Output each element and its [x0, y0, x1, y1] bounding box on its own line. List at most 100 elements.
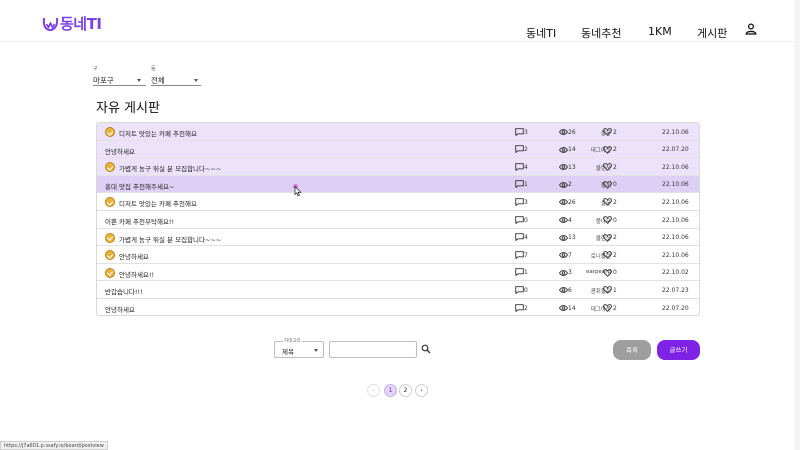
- eye-icon: [559, 199, 568, 206]
- chevron-down-icon: [137, 79, 141, 82]
- verified-badge-icon: [105, 267, 115, 278]
- view-count: 14: [568, 304, 576, 312]
- post-date: 22.07.20: [662, 304, 689, 312]
- search-input[interactable]: [329, 341, 417, 358]
- verified-badge-icon: [105, 127, 115, 137]
- view-count: 13: [568, 163, 576, 171]
- logo-text: 동네TI: [60, 14, 102, 33]
- post-date: 22.10.06: [662, 198, 689, 206]
- heart-icon: [603, 216, 612, 224]
- table-row[interactable]: 안녕하세요!! earpearp 1 3 0 22.10.02: [97, 264, 699, 282]
- eye-icon: [559, 217, 568, 223]
- comment-icon: [515, 250, 524, 259]
- view-count: 26: [568, 128, 576, 136]
- post-date: 22.10.02: [662, 269, 689, 277]
- post-date: 22.10.06: [662, 234, 689, 242]
- status-bar-url: https://j7a601.p.ssafy.io/board/postview: [0, 441, 108, 450]
- dong-label: 동: [151, 66, 156, 72]
- logo-mark-icon: [42, 17, 59, 32]
- table-row[interactable]: 반갑습니다!!! 콩쥐들쥐 0 6 1 22.07.23: [97, 281, 699, 299]
- chevron-down-icon: [314, 349, 318, 352]
- eye-icon: [559, 234, 568, 241]
- post-title[interactable]: 가볍게 농구 뛰실 분 모집합니다~~~: [119, 234, 221, 244]
- heart-icon: [603, 180, 612, 189]
- heart-icon: [603, 198, 612, 207]
- post-title[interactable]: 이쁜 카페 추천부탁해요!!: [105, 216, 174, 226]
- comment-icon: [515, 303, 524, 312]
- eye-icon: [559, 252, 568, 259]
- category-select[interactable]: 카테고리 제목: [274, 338, 324, 358]
- view-count: 26: [568, 198, 576, 206]
- nav-recommend[interactable]: 동네추천: [581, 25, 621, 41]
- comment-count: 1: [524, 181, 528, 189]
- post-title[interactable]: 홍대 맛집 추천해주세요~: [105, 181, 174, 191]
- verified-badge-icon: [105, 162, 115, 173]
- like-count: 0: [613, 269, 617, 277]
- heart-icon: [603, 145, 612, 154]
- comment-count: 0: [524, 216, 528, 224]
- table-row[interactable]: 이쁜 카페 추천부탁해요!! 뭉나무 0 4 0 22.10.06: [97, 211, 699, 229]
- view-count: 13: [568, 234, 576, 242]
- comment-count: 2: [524, 146, 528, 154]
- verified-badge-icon: [105, 197, 115, 208]
- like-count: 2: [613, 146, 617, 154]
- comment-count: 1: [524, 269, 528, 277]
- logo[interactable]: 동네TI: [42, 12, 102, 34]
- table-row[interactable]: 디저트 맛있는 카페 추천해요 살몬 3 26 2 22.10.06: [97, 123, 699, 141]
- search-icon[interactable]: [421, 344, 431, 354]
- table-row[interactable]: 홍대 맛집 추천해주세요~ 황씨 1 2 0 22.10.06: [97, 175, 699, 194]
- like-count: 2: [613, 251, 617, 259]
- post-title[interactable]: 디저트 맛있는 카페 추천해요: [119, 128, 197, 138]
- post-title[interactable]: 디저트 맛있는 카페 추천해요: [119, 198, 197, 208]
- comment-count: 2: [524, 304, 528, 312]
- comment-count: 0: [524, 286, 528, 294]
- comment-count: 7: [524, 251, 528, 259]
- post-title[interactable]: 안녕하세요!!: [119, 269, 154, 279]
- comment-count: 4: [524, 234, 528, 242]
- heart-icon: [603, 268, 612, 277]
- comment-icon: [515, 180, 524, 189]
- district-label: 구: [93, 66, 98, 72]
- category-value: 제목: [282, 348, 294, 356]
- dong-underline: [151, 85, 201, 86]
- view-count: 2: [568, 181, 572, 189]
- eye-icon: [559, 146, 568, 153]
- top-header: 동네TI 동네TI 동네추천 1KM 게시판: [0, 0, 800, 42]
- like-count: 2: [613, 128, 617, 136]
- table-row[interactable]: 안녕하세요 로니플렌 7 7 2 22.10.06: [97, 246, 699, 264]
- post-title[interactable]: 가볍게 농구 뛰실 분 모집합니다~~~: [119, 163, 221, 173]
- post-title[interactable]: 반갑습니다!!!: [105, 286, 143, 296]
- post-date: 22.10.06: [662, 128, 689, 136]
- comment-icon: [515, 233, 524, 242]
- write-button[interactable]: 글쓰기: [657, 340, 700, 360]
- verified-badge-icon: [105, 250, 115, 261]
- nav-dongneti[interactable]: 동네TI: [526, 25, 556, 41]
- nav-board[interactable]: 게시판: [697, 25, 727, 41]
- prev-page-button[interactable]: ‹: [367, 384, 380, 397]
- list-button[interactable]: 목록: [613, 340, 651, 360]
- like-count: 2: [613, 198, 617, 206]
- nav-1km[interactable]: 1KM: [648, 25, 672, 38]
- comment-count: 4: [524, 163, 528, 171]
- user-icon[interactable]: [745, 23, 757, 35]
- table-row[interactable]: 가볍게 농구 뛰실 분 모집합니다~~~ 클린샷 4 13 2 22.10.06: [97, 229, 699, 247]
- district-underline: [93, 85, 146, 86]
- page-2-button[interactable]: 2: [399, 384, 412, 397]
- eye-icon: [559, 269, 568, 276]
- post-date: 22.07.23: [662, 286, 689, 294]
- heart-icon: [603, 163, 612, 172]
- page-scrollbar[interactable]: [794, 0, 800, 450]
- eye-icon: [559, 287, 568, 294]
- table-row[interactable]: 가볍게 농구 뛰실 분 모집합니다~~~ 클린샷 4 13 2 22.10.06: [97, 158, 699, 176]
- post-title[interactable]: 안녕하세요: [119, 251, 149, 261]
- table-row[interactable]: 안녕하세요 데그아웃 2 14 2 22.07.20: [97, 140, 699, 159]
- post-date: 22.10.06: [662, 163, 689, 171]
- post-date: 22.07.20: [662, 146, 689, 154]
- post-title[interactable]: 안녕하세요: [105, 304, 135, 314]
- heart-icon: [603, 233, 612, 242]
- table-row[interactable]: 디저트 맛있는 카페 추천해요 살몬 3 26 2 22.10.06: [97, 193, 699, 211]
- next-page-button[interactable]: ›: [415, 384, 428, 397]
- post-title[interactable]: 안녕하세요: [105, 146, 135, 156]
- table-row[interactable]: 안녕하세요 데그아웃 2 14 2 22.07.20: [97, 299, 699, 315]
- page-1-button[interactable]: 1: [384, 384, 397, 397]
